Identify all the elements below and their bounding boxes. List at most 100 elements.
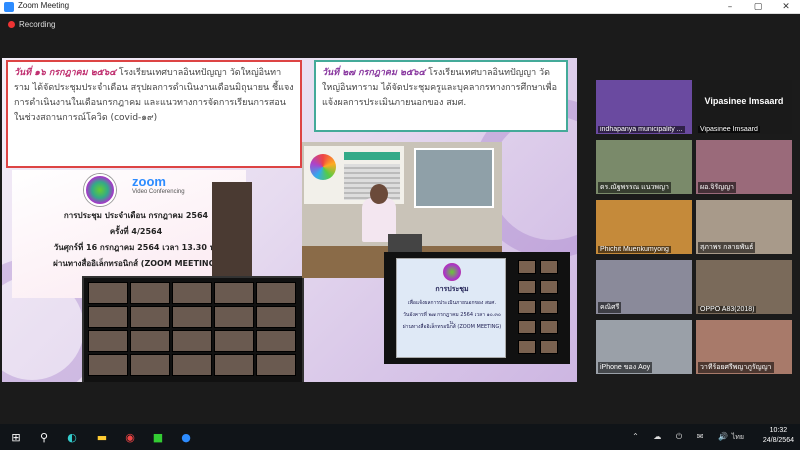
- windows-taskbar: ⊞ ⚲ ◐ ▬ ◉ ■ ● ⌃ ☁ ⏻ ✉ 🔊 ไทย 10:32 24/8/2…: [0, 424, 800, 450]
- room-window: [414, 148, 494, 208]
- caption-july27: วันที่ ๒๗ กรกฎาคม ๒๕๖๔ โรงเรียนเทศบาลอิน…: [314, 60, 568, 132]
- participant-tile[interactable]: indhapanya municipality ...: [596, 80, 692, 134]
- participant-thumbnail: [540, 320, 558, 334]
- participant-thumbnail: [214, 306, 254, 328]
- zoom-subtitle: Video Conferencing: [132, 189, 185, 195]
- file-explorer-icon[interactable]: ▬: [94, 429, 110, 445]
- recording-label: Recording: [19, 20, 56, 29]
- participant-tile[interactable]: iPhone ของ Aoy: [596, 320, 692, 374]
- participant-thumbnail: [256, 330, 296, 352]
- chart-wheel: [310, 154, 336, 180]
- participant-thumbnail: [172, 306, 212, 328]
- participant-name: สุภาพร กลายพันธ์: [698, 242, 756, 253]
- zoom-app-icon: [4, 2, 14, 12]
- line-app-icon[interactable]: ■: [150, 429, 166, 445]
- participant-thumbnail: [88, 354, 128, 376]
- participant-thumbnail: [130, 282, 170, 304]
- participant-name: วาทีร้อยศรีพญาภูรัญญา: [698, 362, 774, 373]
- meeting-slide: การประชุม เพื่อแจ้งผลการประเมินภายนอกของ…: [396, 258, 506, 358]
- participant-tile[interactable]: Phichit Muenkumyong: [596, 200, 692, 254]
- participant-thumbnail: [256, 354, 296, 376]
- participant-name: ผอ.จิรัญญา: [698, 182, 736, 193]
- school-seal-icon: [84, 174, 116, 206]
- recording-indicator[interactable]: Recording: [8, 20, 55, 29]
- search-icon[interactable]: ⚲: [36, 429, 52, 445]
- participant-thumbnail: [172, 282, 212, 304]
- caption-date: วันที่ ๑๖ กรกฎาคม ๒๕๖๔: [14, 68, 117, 78]
- participant-thumbnail: [518, 320, 536, 334]
- participant-tile[interactable]: OPPO A83(2018): [696, 260, 792, 314]
- participant-name: ดร.ณัฐพรรณ แนวพญา: [598, 182, 671, 193]
- participant-thumbnail: [256, 282, 296, 304]
- participant-tile[interactable]: Vipasinee Imsaard Vipasinee Imsaard: [696, 80, 792, 134]
- slide-title: การประชุม: [435, 285, 469, 293]
- window-titlebar: Zoom Meeting – ▢ ✕: [0, 0, 800, 14]
- participant-thumbnail: [130, 306, 170, 328]
- close-button[interactable]: ✕: [772, 0, 800, 14]
- edge-browser-icon[interactable]: ◐: [64, 429, 80, 445]
- participant-tile[interactable]: สุภาพร กลายพันธ์: [696, 200, 792, 254]
- participant-name: Phichit Muenkumyong: [598, 246, 671, 253]
- teacher-head: [370, 184, 388, 204]
- participant-tile[interactable]: ผอ.จิรัญญา: [696, 140, 792, 194]
- meeting-screenshot-grid: [82, 276, 304, 382]
- participant-name: OPPO A83(2018): [698, 306, 757, 313]
- minimize-button[interactable]: –: [716, 0, 744, 14]
- zoom-meeting-window: Recording วันที่ ๑๖ กรกฎาคม ๒๕๖๔ โรงเรีย…: [0, 14, 800, 424]
- input-language[interactable]: ไทย: [732, 432, 744, 443]
- participant-thumbnail: [518, 300, 536, 314]
- windows-start-icon[interactable]: ⊞: [8, 429, 24, 445]
- caption-july16: วันที่ ๑๖ กรกฎาคม ๒๕๖๔ โรงเรียนเทศบาลอิน…: [6, 60, 302, 168]
- participant-thumbnail: [256, 306, 296, 328]
- meeting-screenshot-right: การประชุม เพื่อแจ้งผลการประเมินภายนอกของ…: [384, 252, 570, 364]
- school-seal-icon: [443, 263, 461, 281]
- display-board: [304, 146, 404, 204]
- participant-thumbnail: [130, 330, 170, 352]
- participant-thumbnail: [172, 354, 212, 376]
- participant-name: indhapanya municipality ...: [598, 126, 685, 133]
- participant-thumbnail: [540, 280, 558, 294]
- participant-thumbnail: [518, 340, 536, 354]
- participant-thumbnail: [130, 354, 170, 376]
- zoom-logo: zoom: [132, 174, 166, 189]
- participant-thumbnail: [540, 260, 558, 274]
- participant-thumbnail: [214, 282, 254, 304]
- participant-thumbnail: [540, 340, 558, 354]
- participant-thumbnail: [172, 330, 212, 352]
- participant-gallery: indhapanya municipality ... Vipasinee Ims…: [596, 80, 792, 376]
- participant-thumbnail: [88, 306, 128, 328]
- participant-display-name: Vipasinee Imsaard: [704, 96, 784, 106]
- poster-line-1: การประชุม ประจำเดือน กรกฎาคม 2564: [63, 211, 209, 220]
- poster-line-3: วันศุกร์ที่ 16 กรกฎาคม 2564 เวลา 13.30 น…: [53, 243, 219, 252]
- participant-thumbnail: [518, 260, 536, 274]
- slide-line-3: ผ่านทางสื่ออิเล็กทรอนิกส์ (ZOOM MEETING): [402, 324, 502, 330]
- clock-date: 24/8/2564: [762, 437, 794, 444]
- zoom-taskbar-icon[interactable]: ●: [178, 429, 194, 445]
- participant-thumbnail: [214, 330, 254, 352]
- poster-text: การประชุม ประจำเดือน กรกฎาคม 2564 ครั้งท…: [52, 208, 220, 272]
- participant-thumbnail: [88, 330, 128, 352]
- clock[interactable]: 10:32 24/8/2564: [763, 426, 794, 446]
- system-tray-icons[interactable]: ⌃ ☁ ⏻ ✉ 🔊: [632, 432, 734, 442]
- maximize-button[interactable]: ▢: [744, 0, 772, 14]
- participant-thumbnail: [214, 354, 254, 376]
- participant-name: คณิศรี: [598, 302, 622, 313]
- chrome-icon[interactable]: ◉: [122, 429, 138, 445]
- caption-date: วันที่ ๒๗ กรกฎาคม ๒๕๖๔: [322, 68, 426, 78]
- clock-time: 10:32: [769, 427, 788, 434]
- participant-tile[interactable]: วาทีร้อยศรีพญาภูรัญญา: [696, 320, 792, 374]
- laptop: [388, 234, 422, 252]
- record-icon: [8, 21, 15, 28]
- participant-thumbnail: [518, 280, 536, 294]
- shared-screen: วันที่ ๑๖ กรกฎาคม ๒๕๖๔ โรงเรียนเทศบาลอิน…: [2, 58, 577, 382]
- participant-tile[interactable]: ดร.ณัฐพรรณ แนวพญา: [596, 140, 692, 194]
- participant-thumbnail: [88, 282, 128, 304]
- participant-thumbnail: [540, 300, 558, 314]
- participant-tile[interactable]: คณิศรี: [596, 260, 692, 314]
- window-title: Zoom Meeting: [18, 1, 70, 10]
- slide-line-1: เพื่อแจ้งผลการประเมินภายนอกของ สมศ.: [407, 300, 497, 306]
- poster-line-4: ผ่านทางสื่ออิเล็กทรอนิกส์ (ZOOM MEETING): [53, 259, 219, 268]
- poster-line-2: ครั้งที่ 4/2564: [109, 227, 163, 236]
- participant-name: iPhone ของ Aoy: [598, 362, 653, 373]
- participant-name: Vipasinee Imsaard: [698, 126, 760, 133]
